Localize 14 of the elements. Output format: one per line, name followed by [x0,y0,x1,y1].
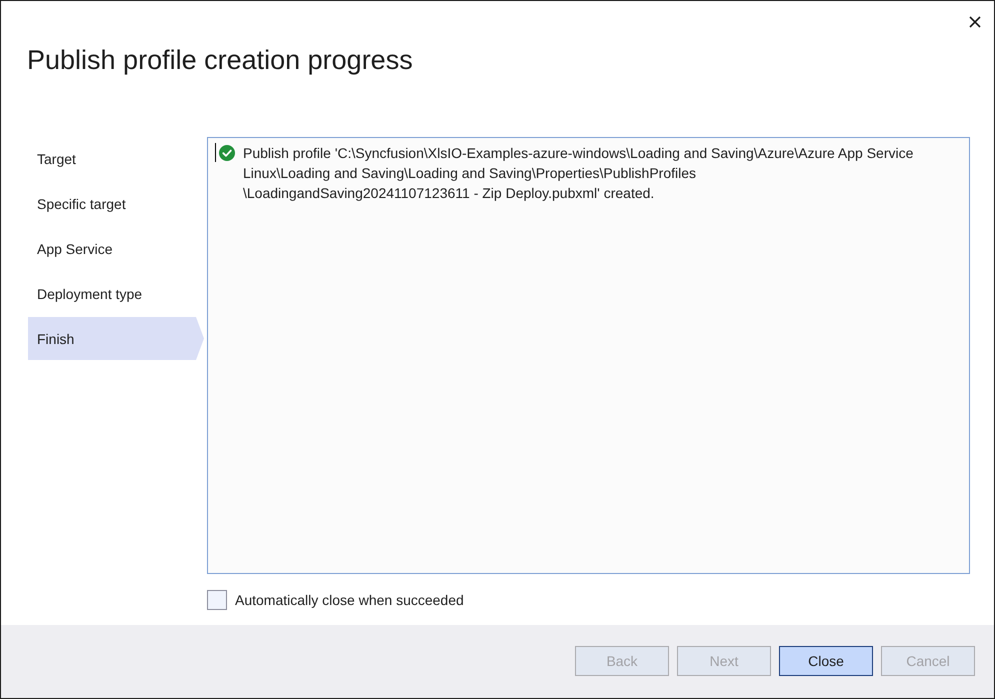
wizard-step[interactable]: Target [28,137,204,180]
success-check-icon [219,145,235,161]
dialog-button[interactable]: Close [779,646,873,676]
dialog-title: Publish profile creation progress [27,44,414,77]
checkbox-label[interactable]: Automatically close when succeeded [235,590,464,610]
wizard-step[interactable]: App Service [28,227,204,270]
auto-close-checkbox[interactable] [207,590,227,610]
wizard-step[interactable]: Finish [28,317,204,360]
close-button[interactable] [968,15,982,29]
log-message: Publish profile 'C:\Syncfusion\XlsIO-Examples-azure-windows\Loading and Saving\Azure\Azure App Service Linux\Loading and Saving\Loading and Saving\Properties\PublishProfiles\LoadingandSaving20241107123611 - Zip Deploy.pubxml' created. [243,144,914,203]
wizard-step[interactable]: Specific target [28,182,204,225]
text-cursor [215,143,216,162]
wizard-step[interactable]: Deployment type [28,272,204,315]
close-icon [968,15,982,29]
